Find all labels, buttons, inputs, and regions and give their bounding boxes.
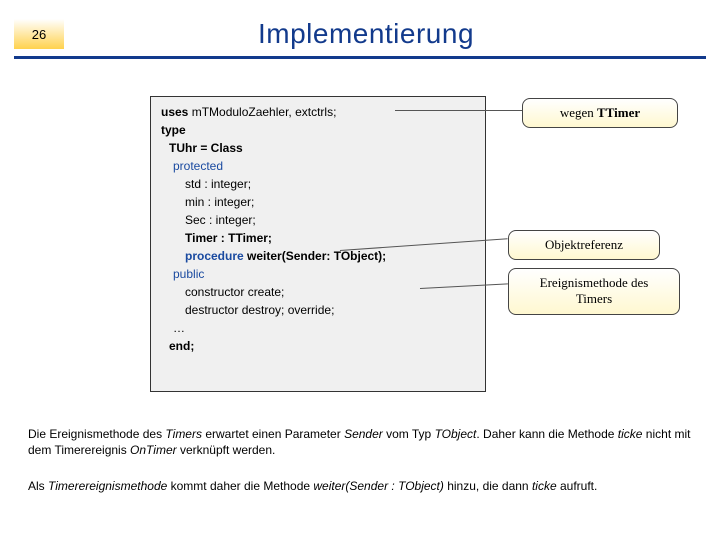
field-min: min : integer;: [161, 193, 475, 211]
keyword-public: public: [161, 265, 475, 283]
text-italic: Timers: [165, 427, 202, 441]
keyword-uses: uses: [161, 105, 188, 119]
class-declaration: TUhr = Class: [161, 139, 475, 157]
constructor-line: constructor create;: [161, 283, 475, 301]
text: vom Typ: [383, 427, 435, 441]
text: verknüpft werden.: [177, 443, 276, 457]
field-std: std : integer;: [161, 175, 475, 193]
text-italic: Sender: [344, 427, 383, 441]
slide-header: 26 Implementierung: [14, 18, 706, 59]
paragraph-2: Als Timerereignismethode kommt daher die…: [28, 478, 692, 494]
text-italic: OnTimer: [130, 443, 177, 457]
page-title: Implementierung: [76, 18, 706, 50]
callout-text: wegen: [560, 105, 597, 120]
uses-list: mTModuloZaehler, extctrls;: [188, 105, 336, 119]
callout-ereignismethode: Ereignismethode des Timers: [508, 268, 680, 315]
ellipsis: …: [161, 319, 475, 337]
procedure-signature: weiter(Sender: TObject);: [244, 249, 386, 263]
keyword-type: type: [161, 121, 475, 139]
callout-objektreferenz: Objektreferenz: [508, 230, 660, 260]
text-italic: Timerereignismethode: [48, 479, 167, 493]
callout-leader-ttimer: [395, 110, 522, 111]
text-italic: ticke: [532, 479, 557, 493]
slide-number: 26: [14, 19, 64, 49]
text: Als: [28, 479, 48, 493]
text: Die Ereignismethode des: [28, 427, 165, 441]
keyword-procedure: procedure: [185, 249, 244, 263]
destructor-line: destructor destroy; override;: [161, 301, 475, 319]
text-italic: TObject: [435, 427, 477, 441]
keyword-end: end;: [161, 337, 475, 355]
callout-text-bold: TTimer: [597, 105, 640, 120]
text-italic: weiter(Sender : TObject): [313, 479, 444, 493]
text: erwartet einen Parameter: [202, 427, 344, 441]
paragraph-1: Die Ereignismethode des Timers erwartet …: [28, 426, 692, 458]
callout-ttimer: wegen TTimer: [522, 98, 678, 128]
text: aufruft.: [557, 479, 598, 493]
text: . Daher kann die Methode: [476, 427, 617, 441]
keyword-protected: protected: [161, 157, 475, 175]
field-sec: Sec : integer;: [161, 211, 475, 229]
text: hinzu, die dann: [444, 479, 532, 493]
text-italic: ticke: [618, 427, 643, 441]
text: kommt daher die Methode: [167, 479, 313, 493]
